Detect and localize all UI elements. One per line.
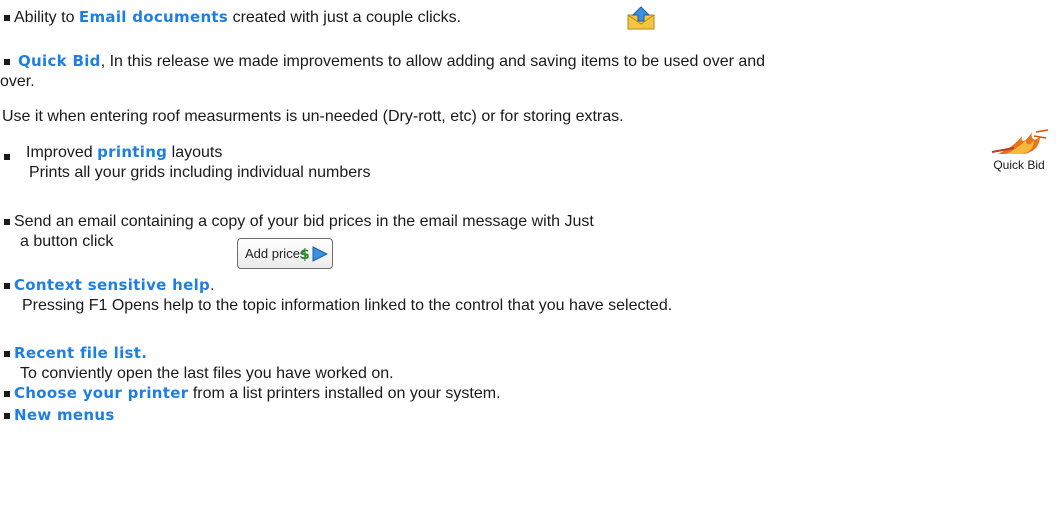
email-documents-link[interactable]: Email documents bbox=[79, 8, 228, 26]
dollar-icon: $ bbox=[300, 247, 310, 263]
list-item: Choose your printer from a list printers… bbox=[14, 384, 501, 403]
add-prices-label: Add prices bbox=[245, 246, 307, 261]
item-text: Use it when entering roof measurments is… bbox=[2, 108, 624, 125]
item-text: from a list printers installed on your s… bbox=[188, 385, 501, 402]
quick-bid-label: Quick Bid bbox=[993, 158, 1045, 172]
add-prices-button[interactable]: Add prices $ bbox=[237, 238, 333, 269]
bullet bbox=[4, 59, 10, 65]
item-text: Send an email containing a copy of your … bbox=[14, 213, 594, 230]
quick-bid-icon[interactable]: Quick Bid bbox=[984, 128, 1054, 176]
list-item: Recent file list. bbox=[14, 344, 147, 363]
item-text: created with just a couple clicks. bbox=[228, 9, 462, 26]
item-continuation: over. bbox=[0, 73, 35, 90]
list-item: Quick Bid, In this release we made impro… bbox=[14, 52, 765, 71]
item-text: . bbox=[210, 277, 215, 294]
context-help-link[interactable]: Context sensitive help bbox=[14, 276, 210, 294]
item-subtext: To conviently open the last files you ha… bbox=[20, 365, 394, 382]
new-menus-link[interactable]: New menus bbox=[14, 406, 115, 424]
bullet bbox=[4, 351, 10, 357]
item-text: , In this release we made improvements t… bbox=[100, 53, 766, 70]
bullet bbox=[4, 283, 10, 289]
bullet bbox=[4, 154, 10, 160]
quick-bid-flame-icon bbox=[991, 129, 1049, 154]
list-item: Ability to Email documents created with … bbox=[14, 8, 461, 27]
list-item: Improved printing layouts bbox=[14, 143, 222, 162]
item-text: layouts bbox=[167, 144, 223, 161]
email-send-icon bbox=[627, 6, 655, 30]
list-item: Context sensitive help. bbox=[14, 276, 215, 295]
item-subtext: Prints all your grids including individu… bbox=[29, 164, 371, 181]
printing-link[interactable]: printing bbox=[97, 143, 167, 161]
item-text: Improved bbox=[26, 144, 98, 161]
bullet bbox=[4, 219, 10, 225]
list-item: New menus bbox=[14, 406, 115, 425]
arrow-right-icon bbox=[312, 246, 328, 262]
dollar-arrow-icon: $ bbox=[300, 246, 328, 263]
quick-bid-link[interactable]: Quick Bid bbox=[18, 52, 101, 70]
bullet bbox=[4, 15, 10, 21]
item-subtext: Pressing F1 Opens help to the topic info… bbox=[22, 297, 673, 314]
recent-files-link[interactable]: Recent file list. bbox=[14, 344, 147, 362]
bullet bbox=[4, 391, 10, 397]
item-continuation: a button click bbox=[20, 233, 114, 250]
item-text: Ability to bbox=[14, 9, 79, 26]
choose-printer-link[interactable]: Choose your printer bbox=[14, 384, 188, 402]
bullet bbox=[4, 413, 10, 419]
